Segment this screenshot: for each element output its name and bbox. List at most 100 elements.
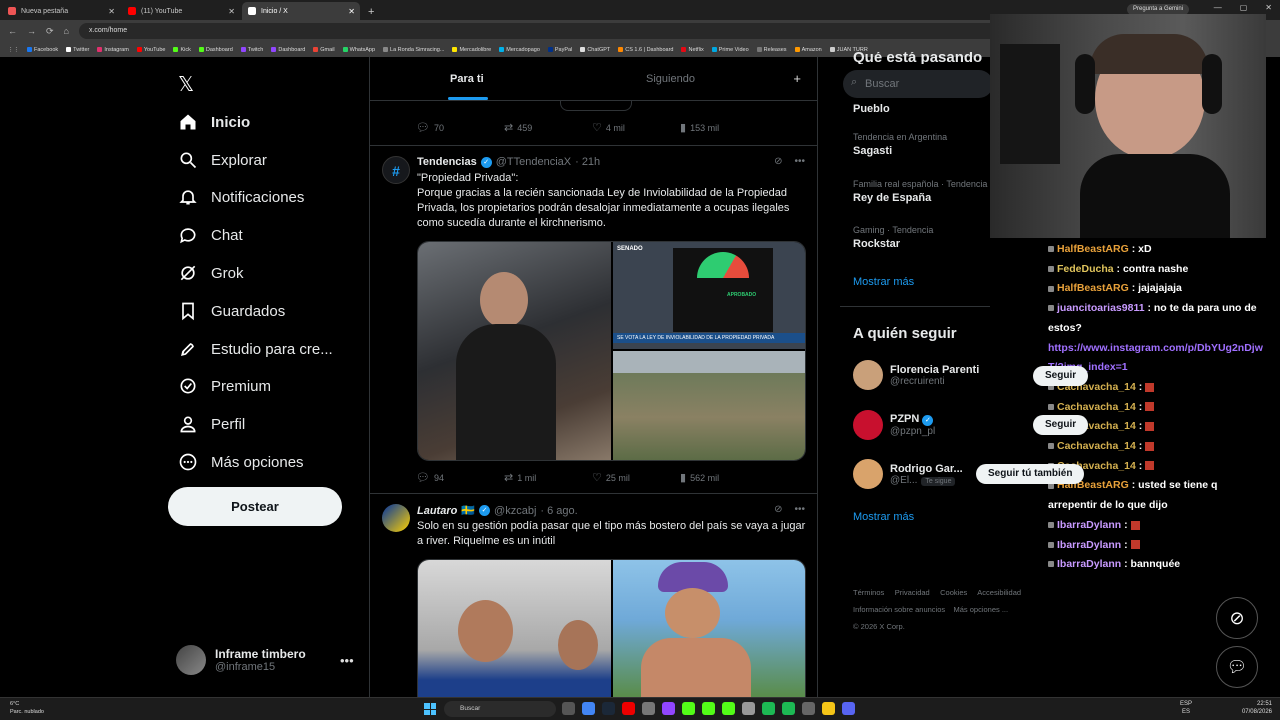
- trend-item[interactable]: Pueblo: [853, 100, 890, 115]
- discord-icon[interactable]: [842, 702, 855, 715]
- tweet-media[interactable]: SENADO APROBADO SE VOTA LA LEY DE INVIOL…: [417, 241, 806, 461]
- tweet-author[interactable]: Lautaro: [417, 505, 457, 517]
- search-input[interactable]: Buscar: [843, 70, 993, 98]
- tab-following[interactable]: Siguiendo: [646, 73, 695, 85]
- bookmark-item[interactable]: Instagram: [97, 47, 129, 53]
- bookmark-item[interactable]: Dashboard: [198, 47, 233, 53]
- back-icon[interactable]: ←: [8, 26, 17, 36]
- weather-widget[interactable]: 6°C Parc. nublado: [10, 700, 44, 716]
- nav-item-inicio[interactable]: Inicio: [178, 112, 250, 132]
- footer-link[interactable]: Cookies: [940, 588, 967, 597]
- bookmark-item[interactable]: Releases: [756, 47, 787, 53]
- bookmark-item[interactable]: Prime Video: [711, 47, 749, 53]
- bookmark-item[interactable]: Amazon: [794, 47, 822, 53]
- grok-icon[interactable]: ⊘: [774, 504, 782, 515]
- tweet-time[interactable]: · 21h: [575, 156, 600, 168]
- tweet-media[interactable]: [417, 559, 806, 697]
- browser-tab[interactable]: (11) YouTube ✕: [122, 2, 240, 20]
- close-tab-icon[interactable]: ✕: [348, 7, 355, 16]
- trend-item[interactable]: Tendencia en Argentina Sagasti: [853, 132, 947, 157]
- spotify-icon[interactable]: [782, 702, 795, 715]
- footer-link[interactable]: Privacidad: [895, 588, 930, 597]
- chat-username[interactable]: FedeDucha: [1057, 263, 1114, 275]
- new-tab-icon[interactable]: +: [360, 6, 382, 20]
- nav-item-notificaciones[interactable]: Notificaciones: [178, 187, 304, 207]
- bookmark-item[interactable]: WhatsApp: [342, 47, 375, 53]
- kick-icon[interactable]: [682, 702, 695, 715]
- repost-button[interactable]: ⇄ 1 mil: [504, 471, 592, 484]
- reply-button[interactable]: 💬︎ 70: [416, 121, 504, 134]
- footer-link[interactable]: Información sobre anuncios: [853, 605, 945, 614]
- tweet[interactable]: # Tendencias ✓ @TTendenciaX · 21h ⊘ ••• "…: [370, 145, 817, 493]
- bookmark-item[interactable]: Kick: [173, 47, 191, 53]
- reply-button[interactable]: 💬︎ 94: [416, 471, 504, 484]
- bookmark-item[interactable]: Mercadopago: [499, 47, 540, 53]
- task-view-icon[interactable]: [562, 702, 575, 715]
- app-icon[interactable]: [662, 702, 675, 715]
- tweet[interactable]: Lautaro 🇸🇪 ✓ @kzcabj · 6 ago. ⊘ ••• Solo …: [370, 493, 817, 697]
- show-more-trends-link[interactable]: Mostrar más: [853, 276, 914, 288]
- avatar[interactable]: [382, 504, 410, 532]
- bookmark-item[interactable]: La Ronda Simracing...: [383, 47, 444, 53]
- steam-icon[interactable]: [602, 702, 615, 715]
- url-input[interactable]: x.com/home: [78, 23, 999, 39]
- avatar[interactable]: [853, 410, 883, 440]
- kick-icon[interactable]: [722, 702, 735, 715]
- grok-fab[interactable]: ⊘: [1216, 597, 1258, 639]
- like-button[interactable]: ♡ 4 mil: [592, 121, 680, 134]
- tab-for-you[interactable]: Para ti: [450, 73, 484, 85]
- home-button-icon[interactable]: ⌂: [64, 26, 69, 36]
- kick-icon[interactable]: [702, 702, 715, 715]
- more-icon[interactable]: •••: [794, 504, 805, 515]
- footer-link[interactable]: Términos: [853, 588, 884, 597]
- bookmark-item[interactable]: YouTube: [136, 47, 165, 53]
- tweet-author[interactable]: Tendencias: [417, 156, 477, 168]
- language-indicator[interactable]: ESP ES: [1180, 700, 1192, 716]
- bookmark-item[interactable]: Mercadolibre: [452, 47, 491, 53]
- app-icon[interactable]: [622, 702, 635, 715]
- browser-tab[interactable]: Inicio / X ✕: [242, 2, 360, 20]
- nav-item-explorar[interactable]: Explorar: [178, 150, 267, 170]
- photo-settlement[interactable]: [613, 351, 805, 460]
- trend-item[interactable]: Familia real española · Tendencia Rey de …: [853, 179, 993, 204]
- app-icon[interactable]: [802, 702, 815, 715]
- photo-players[interactable]: [418, 560, 611, 697]
- nav-item-más-opciones[interactable]: Más opciones: [178, 452, 304, 472]
- repost-button[interactable]: ⇄ 459: [504, 121, 592, 134]
- like-button[interactable]: ♡ 25 mil: [592, 471, 680, 484]
- app-icon[interactable]: [642, 702, 655, 715]
- show-more-follow-link[interactable]: Mostrar más: [853, 511, 914, 523]
- nav-item-chat[interactable]: Chat: [178, 225, 243, 245]
- bookmark-item[interactable]: Twitter: [66, 47, 89, 53]
- grok-icon[interactable]: ⊘: [774, 156, 782, 167]
- follow-suggestion[interactable]: PZPN ✓ @pzpn_pl: [853, 410, 935, 440]
- bookmark-item[interactable]: Netflix: [681, 47, 704, 53]
- chat-username[interactable]: IbarraDylann: [1057, 558, 1121, 570]
- tweet-handle[interactable]: @TTendenciaX: [496, 156, 571, 168]
- footer-link[interactable]: Más opciones ...: [953, 605, 1008, 614]
- messages-fab[interactable]: 💬︎: [1216, 646, 1258, 688]
- spotify-icon[interactable]: [762, 702, 775, 715]
- reload-icon[interactable]: ⟳: [46, 26, 54, 37]
- start-icon[interactable]: [424, 703, 436, 715]
- hashtag-avatar-icon[interactable]: #: [382, 156, 410, 184]
- tweet-handle[interactable]: @kzcabj: [494, 505, 536, 517]
- photo-senate-board[interactable]: SENADO APROBADO SE VOTA LA LEY DE INVIOL…: [613, 242, 805, 349]
- clock[interactable]: 22:51 07/08/2026: [1242, 700, 1272, 716]
- follow-back-button[interactable]: Seguir tú también: [976, 464, 1085, 484]
- minimize-icon[interactable]: —: [1214, 3, 1222, 12]
- bookmark-item[interactable]: Facebook: [27, 47, 58, 53]
- chat-username[interactable]: Cachavacha_14: [1057, 440, 1136, 452]
- chat-username[interactable]: IbarraDylann: [1057, 519, 1121, 531]
- maximize-icon[interactable]: ▢: [1240, 3, 1248, 12]
- chat-username[interactable]: HalfBeastARG: [1057, 243, 1129, 255]
- nav-item-estudio-para-cre[interactable]: Estudio para cre...: [178, 339, 333, 359]
- bookmark-item[interactable]: CS 1.6 | Dashboard: [618, 47, 673, 53]
- post-button[interactable]: Postear: [168, 487, 342, 526]
- trend-item[interactable]: Gaming · Tendencia Rockstar: [853, 225, 933, 250]
- x-logo-icon[interactable]: 𝕏: [178, 72, 194, 97]
- follow-suggestion[interactable]: Rodrigo Gar... @El... Te sigue: [853, 459, 963, 489]
- avatar[interactable]: [853, 459, 883, 489]
- chrome-icon[interactable]: [582, 702, 595, 715]
- close-icon[interactable]: ✕: [1265, 3, 1272, 12]
